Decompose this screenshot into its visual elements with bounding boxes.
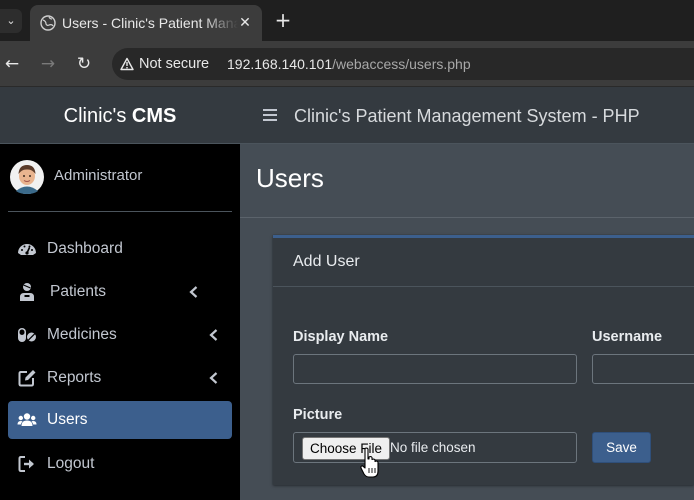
username-field[interactable] (592, 354, 694, 384)
sidebar: Clinic's CMS Administrator Dashboard Pat… (0, 87, 240, 500)
new-tab-button[interactable]: + (272, 9, 294, 31)
tab-title: Users - Clinic's Patient Management Syst… (62, 15, 238, 31)
save-button[interactable]: Save (592, 432, 651, 463)
sidebar-item-label: Users (47, 411, 88, 428)
hand-pointer-cursor-icon (360, 447, 379, 478)
display-name-field[interactable] (293, 354, 577, 384)
globe-icon (40, 15, 56, 31)
add-user-card: Add User Display Name Username Picture C… (273, 235, 694, 485)
tachometer-icon (18, 244, 36, 255)
main-header: Clinic's Patient Management System - PHP (240, 87, 694, 144)
back-button[interactable]: ← (1, 53, 23, 75)
sidebar-item-dashboard[interactable]: Dashboard (8, 230, 232, 268)
card-header: Add User (273, 238, 694, 287)
logout-icon (18, 456, 34, 472)
forward-button[interactable]: → (37, 53, 59, 75)
hamburger-menu-icon[interactable] (262, 107, 278, 123)
user-panel: Administrator (0, 144, 240, 212)
chevron-left-icon (209, 372, 218, 384)
system-title: Clinic's Patient Management System - PHP (294, 106, 640, 126)
sidebar-item-users[interactable]: Users (8, 401, 232, 439)
sidebar-divider (8, 211, 232, 212)
address-bar[interactable]: Not secure 192.168.140.101/webaccess/use… (112, 48, 694, 80)
arrow-left-icon: ← (4, 54, 20, 74)
picture-label: Picture (293, 407, 343, 423)
user-injured-icon (20, 283, 34, 301)
security-indicator[interactable]: Not secure (139, 48, 209, 80)
arrow-right-icon: → (40, 54, 56, 74)
sidebar-item-label: Dashboard (47, 240, 123, 257)
chevron-left-icon (209, 329, 218, 341)
content-header: Users (240, 144, 694, 218)
sidebar-item-logout[interactable]: Logout (8, 445, 232, 483)
display-name-label: Display Name (293, 329, 389, 345)
brand-prefix: Clinic's (63, 105, 132, 127)
url-path: /webaccess/users.php (332, 56, 471, 72)
brand-link[interactable]: Clinic's CMS (0, 87, 240, 144)
sidebar-item-patients[interactable]: Patients (8, 273, 232, 311)
url-host: 192.168.140.101 (227, 56, 333, 72)
page-title: Users (256, 163, 324, 193)
browser-tabstrip: ⌄ Users - Clinic's Patient Management Sy… (0, 0, 694, 41)
pills-icon (18, 328, 36, 342)
sidebar-item-label: Medicines (47, 326, 117, 343)
browser-tab-users[interactable]: Users - Clinic's Patient Management Syst… (30, 5, 262, 41)
reload-button[interactable]: ↻ (73, 53, 95, 75)
plus-icon: + (274, 8, 292, 32)
edit-icon (18, 370, 36, 387)
picture-file-input[interactable]: Choose File No file chosen (293, 432, 577, 463)
chevron-down-icon: ⌄ (6, 14, 16, 27)
users-icon (17, 413, 37, 426)
file-status: No file chosen (390, 440, 476, 455)
reload-icon: ↻ (76, 54, 92, 74)
browser-toolbar: ← → ↻ Not secure 192.168.140.101/webacce… (0, 41, 694, 87)
brand-strong: CMS (131, 105, 177, 127)
avatar[interactable] (10, 160, 44, 194)
warning-triangle-icon[interactable] (120, 57, 134, 71)
tab-search-button[interactable]: ⌄ (0, 9, 22, 33)
username-label: Username (592, 329, 663, 345)
sidebar-item-label: Reports (47, 369, 102, 386)
url-text[interactable]: 192.168.140.101/webaccess/users.php (227, 48, 471, 80)
chevron-left-icon (189, 286, 198, 298)
sidebar-item-label: Patients (50, 283, 107, 300)
sidebar-item-label: Logout (47, 455, 95, 472)
user-name[interactable]: Administrator (54, 166, 142, 186)
close-icon[interactable]: ✕ (236, 14, 254, 32)
card-title: Add User (293, 253, 360, 270)
sidebar-item-reports[interactable]: Reports (8, 359, 232, 397)
sidebar-item-medicines[interactable]: Medicines (8, 316, 232, 354)
